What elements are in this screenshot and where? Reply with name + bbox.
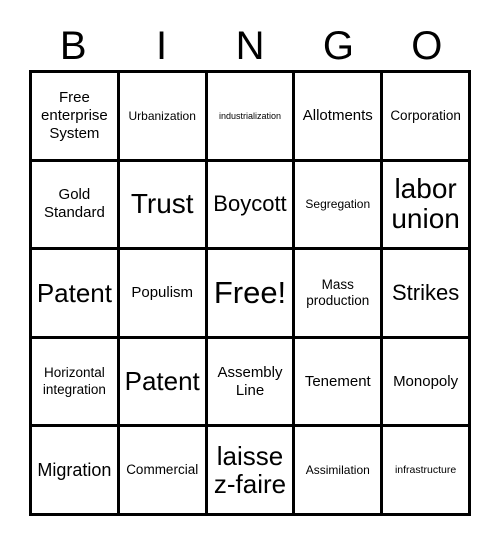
bingo-cell-label: industrialization <box>218 110 282 121</box>
bingo-cell[interactable]: Mass production <box>295 250 384 339</box>
bingo-cell[interactable]: Segregation <box>295 161 384 251</box>
bingo-grid: Free enterprise System Urbanization indu… <box>29 70 471 516</box>
bingo-cell[interactable]: Assembly Line <box>207 338 296 428</box>
bingo-cell-label: Horizontal integration <box>42 365 106 397</box>
bingo-cell-label: Commercial <box>126 462 199 478</box>
bingo-cell-label: Urbanization <box>128 108 196 123</box>
bingo-header-letter-n: N <box>235 24 265 68</box>
bingo-cell-label: Patent <box>124 366 200 397</box>
bingo-cell[interactable]: Assimilation <box>295 427 384 516</box>
bingo-cell-label: infrastructure <box>394 464 457 477</box>
bingo-cell-label: Tenement <box>304 372 371 390</box>
bingo-cell[interactable]: laissez-faire <box>207 427 296 516</box>
bingo-cell[interactable]: Monopoly <box>383 338 471 428</box>
bingo-cell[interactable]: Allotments <box>295 73 384 162</box>
bingo-cell-label: Mass production <box>306 276 370 308</box>
bingo-cell-label: Free enterprise System <box>41 88 108 142</box>
bingo-cell[interactable]: Commercial <box>119 427 208 516</box>
bingo-cell-label: Monopoly <box>393 372 459 390</box>
bingo-header-letter-g: G <box>322 24 354 68</box>
bingo-cell[interactable]: Trust <box>119 161 208 251</box>
bingo-cell-label: Strikes <box>391 279 460 305</box>
bingo-cell-label: Trust <box>130 188 194 220</box>
bingo-cell-label: Populism <box>131 283 194 301</box>
bingo-cell-label: Assimilation <box>305 463 370 478</box>
bingo-cell-free-space[interactable]: Free! <box>207 250 296 339</box>
bingo-cell-label: Allotments <box>302 106 373 124</box>
bingo-cell[interactable]: Gold Standard <box>32 161 120 251</box>
bingo-cell-label: Corporation <box>390 107 461 123</box>
bingo-cell-label: Free! <box>213 274 287 310</box>
bingo-cell[interactable]: Patent <box>32 250 120 339</box>
bingo-cell-label: Gold Standard <box>43 186 105 222</box>
bingo-cell[interactable]: infrastructure <box>383 427 471 516</box>
bingo-cell-label: Patent <box>36 277 112 308</box>
bingo-cell-label: Segregation <box>305 197 371 212</box>
bingo-header-row: B I N G O <box>29 16 471 68</box>
bingo-header-letter-b: B <box>59 24 87 68</box>
bingo-cell[interactable]: Populism <box>119 250 208 339</box>
bingo-header-letter-o: O <box>411 24 443 68</box>
bingo-cell[interactable]: Horizontal integration <box>32 338 120 428</box>
bingo-header-letter-i: I <box>156 24 168 68</box>
bingo-cell-label: Boycott <box>213 191 287 217</box>
bingo-cell[interactable]: Migration <box>32 427 120 516</box>
bingo-cell[interactable]: industrialization <box>207 73 296 162</box>
bingo-cell-label: Migration <box>37 459 112 480</box>
bingo-cell[interactable]: Corporation <box>383 73 471 162</box>
bingo-cell[interactable]: Patent <box>119 338 208 428</box>
bingo-cell-label: labor union <box>391 173 460 235</box>
bingo-cell[interactable]: Urbanization <box>119 73 208 162</box>
bingo-card: B I N G O Free enterprise System Urbaniz… <box>0 0 501 544</box>
bingo-cell[interactable]: Strikes <box>383 250 471 339</box>
bingo-cell-label: laissez-faire <box>213 440 287 500</box>
bingo-cell[interactable]: Free enterprise System <box>32 73 120 162</box>
bingo-cell[interactable]: Boycott <box>207 161 296 251</box>
bingo-cell[interactable]: Tenement <box>295 338 384 428</box>
bingo-cell[interactable]: labor union <box>383 161 471 251</box>
bingo-cell-label: Assembly Line <box>217 363 283 399</box>
